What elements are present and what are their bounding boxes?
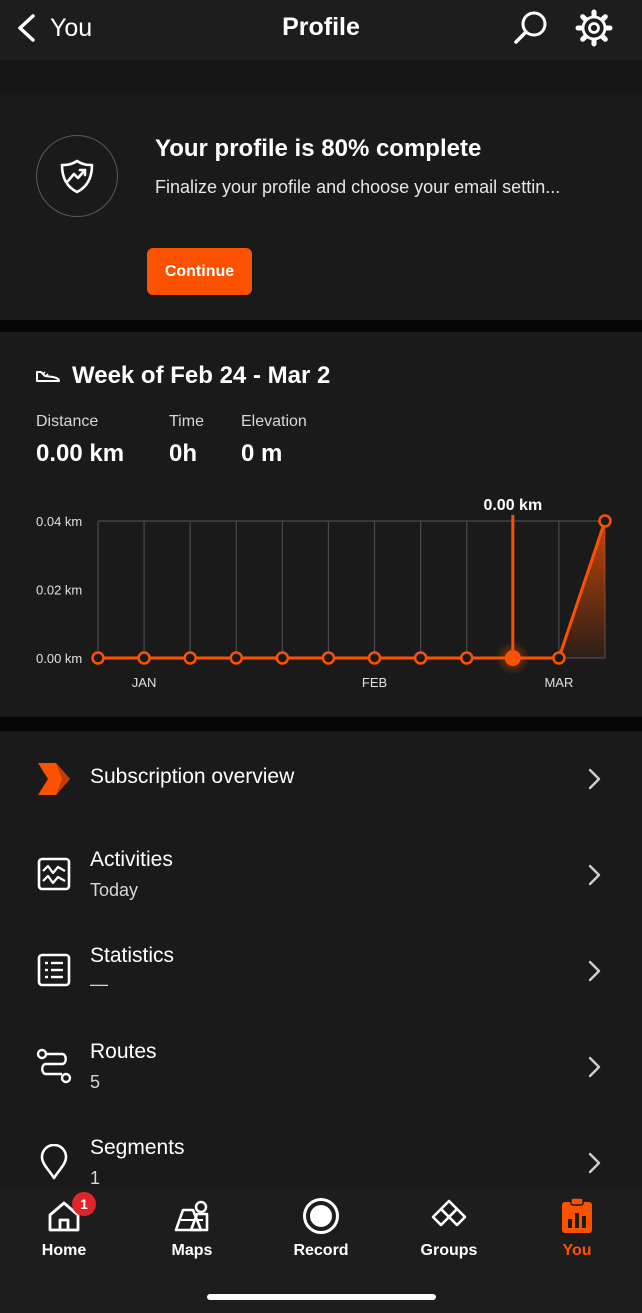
- menu-item-subtitle: 5: [90, 1072, 101, 1092]
- nav-label: You: [562, 1242, 592, 1259]
- groups-icon: [430, 1197, 468, 1235]
- chevron-right-icon: [588, 960, 601, 982]
- nav-label: Groups: [420, 1242, 478, 1259]
- statistics-icon: [36, 952, 72, 988]
- menu-item-title: Subscription overview: [90, 765, 295, 788]
- section-divider: [0, 717, 642, 731]
- nav-label: Home: [41, 1242, 87, 1259]
- y-tick-label: 0.04 km: [36, 514, 82, 529]
- profile-completion-card: Your profile is 80% complete Finalize yo…: [0, 95, 642, 320]
- data-point: [367, 651, 382, 665]
- weekly-summary-card[interactable]: Week of Feb 24 - Mar 2 Distance 0.00 km …: [0, 332, 642, 717]
- profile-completion-description: Finalize your profile and choose your em…: [155, 177, 561, 197]
- time-value: 0h: [169, 440, 198, 467]
- continue-button[interactable]: Continue: [147, 248, 252, 295]
- record-icon: [302, 1197, 340, 1235]
- segments-pin-icon: [36, 1144, 72, 1180]
- data-point: [183, 651, 197, 665]
- menu-item-routes[interactable]: Routes 5: [0, 1019, 642, 1115]
- y-tick-label: 0.02 km: [36, 583, 82, 598]
- notification-badge: 1: [72, 1192, 96, 1216]
- search-button[interactable]: [511, 8, 551, 48]
- chevron-right-icon: [588, 1152, 601, 1174]
- time-label: Time: [169, 413, 204, 430]
- menu-item-subtitle: 1: [90, 1168, 101, 1188]
- menu-item-title: Routes: [90, 1040, 157, 1063]
- x-tick-label: MAR: [544, 675, 573, 690]
- data-point: [91, 651, 105, 665]
- chevron-right-icon: [588, 768, 601, 790]
- you-icon: [558, 1197, 596, 1235]
- nav-you[interactable]: You: [522, 1189, 632, 1279]
- data-point: [598, 514, 612, 528]
- back-label: You: [50, 13, 93, 42]
- menu-item-subtitle: —: [90, 974, 108, 994]
- week-title: Week of Feb 24 - Mar 2: [72, 362, 331, 389]
- menu-item-segments[interactable]: Segments 1: [0, 1115, 642, 1189]
- back-button[interactable]: You: [16, 10, 92, 46]
- data-point: [137, 651, 151, 665]
- settings-button[interactable]: [574, 8, 614, 48]
- menu-item-title: Activities: [90, 848, 173, 871]
- routes-icon: [36, 1048, 72, 1084]
- profile-menu-list: Subscription overview Activities Today S…: [0, 731, 642, 1189]
- menu-item-activities[interactable]: Activities Today: [0, 827, 642, 923]
- nav-record[interactable]: Record: [266, 1189, 376, 1279]
- data-point: [413, 651, 428, 665]
- nav-home[interactable]: 1 Home: [9, 1189, 119, 1279]
- area-fill: [98, 521, 605, 658]
- data-point: [459, 651, 474, 665]
- elevation-label: Elevation: [241, 413, 307, 430]
- header-spacer: [0, 60, 642, 95]
- chevron-right-icon: [588, 1056, 601, 1078]
- elevation-value: 0 m: [241, 440, 283, 467]
- shoe-icon: [36, 371, 60, 382]
- data-point: [229, 651, 244, 665]
- y-tick-label: 0.00 km: [36, 651, 82, 666]
- data-point: [321, 651, 336, 665]
- menu-item-statistics[interactable]: Statistics —: [0, 923, 642, 1019]
- weekly-distance-chart[interactable]: 0.04 km 0.02 km 0.00 km JAN FEB MAR 0.00 km: [0, 492, 642, 697]
- distance-value: 0.00 km: [36, 440, 125, 467]
- data-point-highlighted: [504, 650, 521, 666]
- gear-icon: [575, 9, 613, 47]
- nav-maps[interactable]: Maps: [137, 1189, 247, 1279]
- section-divider: [0, 320, 642, 332]
- shield-trend-icon: [60, 159, 94, 194]
- menu-item-title: Segments: [90, 1136, 185, 1159]
- activities-icon: [36, 856, 72, 892]
- nav-groups[interactable]: Groups: [394, 1189, 504, 1279]
- nav-label: Record: [293, 1242, 349, 1259]
- back-chevron-icon: [18, 14, 35, 42]
- menu-item-subscription-overview[interactable]: Subscription overview: [0, 731, 642, 827]
- menu-item-subtitle: Today: [90, 880, 139, 900]
- search-icon: [514, 11, 547, 44]
- data-point: [275, 651, 290, 665]
- home-indicator: [207, 1294, 436, 1300]
- profile-completion-title: Your profile is 80% complete: [155, 135, 482, 162]
- x-tick-label: FEB: [362, 675, 387, 690]
- subscription-chevron-icon: [36, 761, 72, 797]
- series-line: [98, 520, 607, 660]
- nav-label: Maps: [171, 1242, 213, 1259]
- profile-badge: [36, 135, 118, 217]
- menu-item-title: Statistics: [90, 944, 175, 967]
- x-tick-label: JAN: [132, 675, 157, 690]
- data-point: [552, 651, 566, 665]
- highlight-value-label: 0.00 km: [483, 497, 542, 514]
- chevron-right-icon: [588, 864, 601, 886]
- maps-icon: [173, 1197, 211, 1235]
- distance-label: Distance: [36, 413, 99, 430]
- top-bar: You Profile: [0, 0, 642, 60]
